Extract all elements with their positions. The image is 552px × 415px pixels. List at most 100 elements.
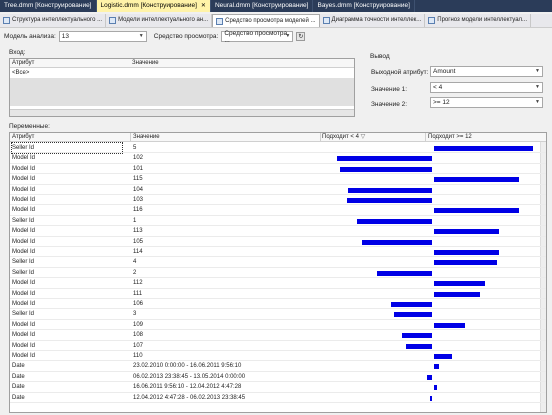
row-attribute: Model Id <box>12 353 36 359</box>
chevron-down-icon: ▼ <box>285 33 291 39</box>
table-row[interactable]: Seller Id 2 <box>10 268 546 279</box>
row-value: 12.04.2012 4:47:28 - 06.02.2013 23:38:45 <box>133 394 246 401</box>
table-row[interactable]: Model Id 108 <box>10 330 546 341</box>
table-row[interactable]: Seller Id 4 <box>10 257 546 268</box>
row-value: 101 <box>133 165 144 172</box>
viewer-tab[interactable]: Диаграмма точности интеллек... <box>320 14 426 27</box>
row-value: 103 <box>133 197 144 203</box>
value1-select-value: < 4 <box>433 84 443 91</box>
favors1-bar <box>337 156 432 162</box>
table-row[interactable]: Model Id 114 <box>10 247 546 258</box>
model-select[interactable]: 13 ▼ <box>58 31 147 42</box>
viewer-tab-label: Средство просмотра моделей ... <box>225 17 316 24</box>
document-tab-label: Neural.dmm [Конструирование] <box>214 2 309 9</box>
table-row[interactable]: Date 06.02.2013 23:38:45 - 13.05.2014 0:0… <box>10 372 546 383</box>
row-attribute: Model Id <box>12 165 36 172</box>
close-icon[interactable]: ✕ <box>201 3 206 9</box>
row-value: 115 <box>133 176 143 183</box>
table-row[interactable]: Model Id 106 <box>10 299 546 310</box>
table-row[interactable]: Model Id 107 <box>10 341 546 351</box>
document-tab-label: Logistic.dmm [Конструирование] <box>100 2 197 9</box>
table-row[interactable]: Model Id 111 <box>10 289 546 299</box>
table-row[interactable]: Model Id 116 <box>10 205 546 216</box>
table-row[interactable]: Model Id 115 <box>10 174 546 185</box>
variables-col-attribute[interactable]: Атрибут <box>12 133 34 142</box>
document-tab[interactable]: Bayes.dmm [Конструирование] <box>313 0 415 12</box>
row-value: 3 <box>133 311 137 318</box>
viewer-select-value: Средство просмотра ... <box>224 29 288 44</box>
favors2-bar <box>434 322 465 328</box>
row-attribute: Model Id <box>12 186 36 193</box>
value2-select[interactable]: >= 12 ▼ <box>430 97 543 108</box>
output-section-label: Вывод <box>370 53 390 60</box>
document-tab[interactable]: Logistic.dmm [Конструирование] ✕ <box>96 0 211 12</box>
row-value: 102 <box>133 155 144 162</box>
input-row[interactable]: <Все> <box>10 68 354 78</box>
viewer-tab[interactable]: Структура интеллектуального ... <box>0 14 107 27</box>
row-attribute: Model Id <box>12 332 36 339</box>
column-divider[interactable] <box>130 133 131 142</box>
variables-grid: Атрибут Значение Подходит < 4 ▽ Подходит… <box>9 132 547 413</box>
input-col-attribute[interactable]: Атрибут <box>10 59 130 67</box>
favors1-bar <box>346 198 432 203</box>
table-row[interactable]: Seller Id 5 <box>10 142 546 154</box>
output-attribute-value: Amount <box>433 68 456 75</box>
favors1-header-label: Подходит < 4 <box>322 134 359 140</box>
viewer-tab-icon <box>216 17 224 25</box>
table-row[interactable]: Date 23.02.2010 0:00:00 - 16.06.2011 9:56… <box>10 361 546 372</box>
row-attribute: Model Id <box>12 197 36 203</box>
document-tab[interactable]: Tree.dmm [Конструирование] <box>0 0 97 12</box>
viewer-tab[interactable]: Модели интеллектуального ан... <box>106 14 213 27</box>
variables-col-favors1[interactable]: Подходит < 4 ▽ <box>322 133 365 142</box>
table-row[interactable]: Date 16.06.2011 9:56:10 - 12.04.2012 4:47… <box>10 382 546 393</box>
table-row[interactable]: Model Id 110 <box>10 351 546 362</box>
table-row[interactable]: Model Id 103 <box>10 195 546 206</box>
favors2-bar <box>434 208 520 214</box>
input-grid-empty-area <box>10 78 354 106</box>
filter-icon[interactable]: ▽ <box>361 134 366 140</box>
variables-col-value[interactable]: Значение <box>133 133 160 142</box>
table-row[interactable]: Model Id 109 <box>10 320 546 331</box>
favors1-bar <box>406 343 432 349</box>
column-divider[interactable] <box>425 133 426 142</box>
table-row[interactable]: Date 12.04.2012 4:47:28 - 06.02.2013 23:3… <box>10 393 546 403</box>
row-attribute: Model Id <box>12 301 36 307</box>
horizontal-scrollbar[interactable] <box>10 109 354 116</box>
row-value: 108 <box>133 332 144 339</box>
table-row[interactable]: Model Id 102 <box>10 153 546 164</box>
table-row[interactable]: Model Id 104 <box>10 185 546 195</box>
table-row[interactable]: Model Id 112 <box>10 278 546 289</box>
input-col-value[interactable]: Значение <box>130 59 159 67</box>
variables-section-label: Переменные: <box>9 123 50 130</box>
value1-select[interactable]: < 4 ▼ <box>430 82 543 93</box>
favors2-bar <box>434 260 498 266</box>
row-attribute: Seller Id <box>12 311 35 318</box>
table-row[interactable]: Model Id 105 <box>10 237 546 247</box>
input-row-value[interactable] <box>130 68 132 78</box>
chevron-down-icon: ▼ <box>535 68 540 74</box>
table-row[interactable]: Model Id 113 <box>10 226 546 237</box>
variables-col-favors2[interactable]: Подходит >= 12 <box>428 133 472 142</box>
viewer-tab[interactable]: Прогноз модели интеллектуал... <box>425 14 532 27</box>
input-grid-header: Атрибут Значение <box>10 59 354 68</box>
table-row[interactable]: Model Id 101 <box>10 164 546 175</box>
row-value: 110 <box>133 353 143 359</box>
input-row-attribute[interactable]: <Все> <box>10 68 130 78</box>
viewer-label: Средство просмотра: <box>153 33 219 40</box>
toolbar: Модель анализа: 13 ▼ Средство просмотра:… <box>0 29 552 44</box>
column-divider[interactable] <box>320 133 321 142</box>
value2-label: Значение 2: <box>371 101 408 108</box>
table-row[interactable]: Seller Id 1 <box>10 216 546 227</box>
variables-grid-header: Атрибут Значение Подходит < 4 ▽ Подходит… <box>10 133 546 142</box>
document-tab[interactable]: Neural.dmm [Конструирование] <box>211 0 314 12</box>
viewer-tab[interactable]: Средство просмотра моделей ... <box>212 14 320 27</box>
chevron-down-icon: ▼ <box>138 33 144 39</box>
viewer-select[interactable]: Средство просмотра ... ▼ <box>221 29 294 44</box>
table-row[interactable]: Seller Id 3 <box>10 309 546 320</box>
row-value: 23.02.2010 0:00:00 - 16.06.2011 9:56:10 <box>133 363 242 370</box>
refresh-button[interactable]: ↻ <box>296 32 306 41</box>
output-attribute-select[interactable]: Amount ▼ <box>430 66 543 77</box>
favors1-bar <box>430 395 432 401</box>
output-attribute-label: Выходной атрибут: <box>371 69 429 76</box>
viewer-tab-label: Модели интеллектуального ан... <box>118 17 209 23</box>
